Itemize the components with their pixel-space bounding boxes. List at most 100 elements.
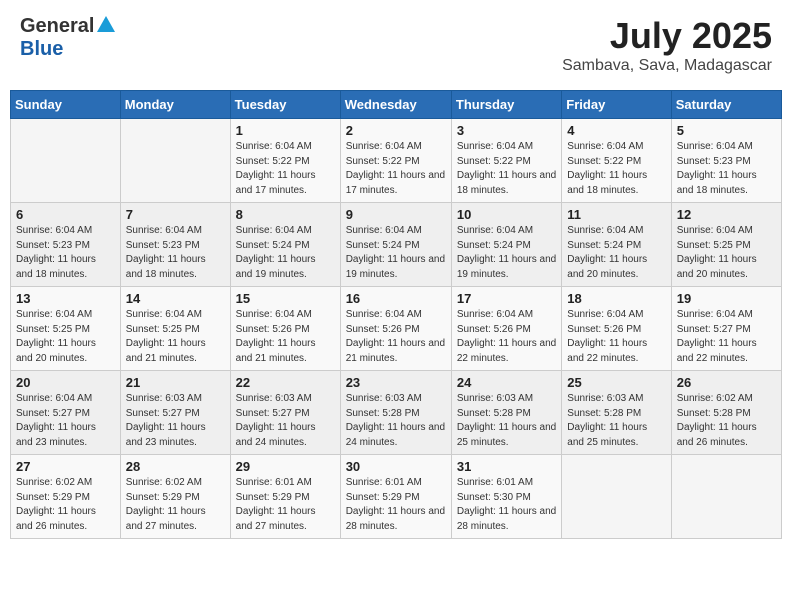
title-section: July 2025 Sambava, Sava, Madagascar <box>562 15 772 75</box>
day-number: 1 <box>236 123 335 138</box>
day-number: 14 <box>126 291 225 306</box>
day-detail: Sunrise: 6:01 AM Sunset: 5:30 PM Dayligh… <box>457 476 556 534</box>
day-detail: Sunrise: 6:02 AM Sunset: 5:29 PM Dayligh… <box>126 476 225 534</box>
location: Sambava, Sava, Madagascar <box>562 57 772 75</box>
calendar-cell: 29 Sunrise: 6:01 AM Sunset: 5:29 PM Dayli… <box>230 455 340 539</box>
day-detail: Sunrise: 6:04 AM Sunset: 5:25 PM Dayligh… <box>677 224 776 282</box>
calendar-cell: 10Sunrise: 6:04 AM Sunset: 5:24 PM Dayli… <box>451 203 561 287</box>
day-number: 3 <box>457 123 556 138</box>
calendar-cell: 8 Sunrise: 6:04 AM Sunset: 5:24 PM Daylig… <box>230 203 340 287</box>
calendar-cell <box>120 119 230 203</box>
calendar-cell <box>562 455 671 539</box>
day-number: 9 <box>346 207 446 222</box>
calendar-cell: 21Sunrise: 6:03 AM Sunset: 5:27 PM Dayli… <box>120 371 230 455</box>
day-detail: Sunrise: 6:04 AM Sunset: 5:24 PM Dayligh… <box>457 224 556 282</box>
day-detail: Sunrise: 6:04 AM Sunset: 5:23 PM Dayligh… <box>16 224 115 282</box>
day-number: 31 <box>457 459 556 474</box>
calendar-cell: 3 Sunrise: 6:04 AM Sunset: 5:22 PM Daylig… <box>451 119 561 203</box>
day-detail: Sunrise: 6:04 AM Sunset: 5:22 PM Dayligh… <box>457 140 556 198</box>
calendar-cell: 11Sunrise: 6:04 AM Sunset: 5:24 PM Dayli… <box>562 203 671 287</box>
calendar-week-row: 27Sunrise: 6:02 AM Sunset: 5:29 PM Dayli… <box>11 455 782 539</box>
day-detail: Sunrise: 6:04 AM Sunset: 5:22 PM Dayligh… <box>567 140 665 198</box>
calendar-header-wednesday: Wednesday <box>340 91 451 119</box>
calendar-cell: 24 Sunrise: 6:03 AM Sunset: 5:28 PM Dayli… <box>451 371 561 455</box>
calendar-header-tuesday: Tuesday <box>230 91 340 119</box>
day-detail: Sunrise: 6:04 AM Sunset: 5:22 PM Dayligh… <box>346 140 446 198</box>
calendar-cell: 23 Sunrise: 6:03 AM Sunset: 5:28 PM Dayli… <box>340 371 451 455</box>
day-number: 16 <box>346 291 446 306</box>
day-number: 28 <box>126 459 225 474</box>
calendar-cell: 15Sunrise: 6:04 AM Sunset: 5:26 PM Dayli… <box>230 287 340 371</box>
calendar-header-monday: Monday <box>120 91 230 119</box>
calendar-cell: 13Sunrise: 6:04 AM Sunset: 5:25 PM Dayli… <box>11 287 121 371</box>
logo-general-text: General <box>20 15 94 38</box>
calendar-cell: 30 Sunrise: 6:01 AM Sunset: 5:29 PM Dayli… <box>340 455 451 539</box>
logo-triangle-icon <box>97 16 115 37</box>
logo: General Blue <box>20 15 116 61</box>
calendar-cell <box>11 119 121 203</box>
calendar-header-sunday: Sunday <box>11 91 121 119</box>
calendar-cell: 9 Sunrise: 6:04 AM Sunset: 5:24 PM Daylig… <box>340 203 451 287</box>
calendar-cell: 27Sunrise: 6:02 AM Sunset: 5:29 PM Dayli… <box>11 455 121 539</box>
day-number: 25 <box>567 375 665 390</box>
calendar-header-friday: Friday <box>562 91 671 119</box>
calendar-cell: 2 Sunrise: 6:04 AM Sunset: 5:22 PM Daylig… <box>340 119 451 203</box>
calendar-cell: 7Sunrise: 6:04 AM Sunset: 5:23 PM Daylig… <box>120 203 230 287</box>
calendar-header-row: SundayMondayTuesdayWednesdayThursdayFrid… <box>11 91 782 119</box>
day-number: 17 <box>457 291 556 306</box>
calendar-cell: 16 Sunrise: 6:04 AM Sunset: 5:26 PM Dayli… <box>340 287 451 371</box>
day-number: 30 <box>346 459 446 474</box>
day-number: 19 <box>677 291 776 306</box>
day-detail: Sunrise: 6:04 AM Sunset: 5:24 PM Dayligh… <box>346 224 446 282</box>
calendar-cell: 5Sunrise: 6:04 AM Sunset: 5:23 PM Daylig… <box>671 119 781 203</box>
day-number: 23 <box>346 375 446 390</box>
day-number: 7 <box>126 207 225 222</box>
day-detail: Sunrise: 6:04 AM Sunset: 5:26 PM Dayligh… <box>346 308 446 366</box>
calendar-cell: 4Sunrise: 6:04 AM Sunset: 5:22 PM Daylig… <box>562 119 671 203</box>
day-number: 20 <box>16 375 115 390</box>
page-header: General Blue July 2025 Sambava, Sava, Ma… <box>10 10 782 80</box>
day-number: 15 <box>236 291 335 306</box>
day-detail: Sunrise: 6:02 AM Sunset: 5:29 PM Dayligh… <box>16 476 115 534</box>
calendar-cell: 25 Sunrise: 6:03 AM Sunset: 5:28 PM Dayli… <box>562 371 671 455</box>
day-detail: Sunrise: 6:04 AM Sunset: 5:27 PM Dayligh… <box>16 392 115 450</box>
day-detail: Sunrise: 6:04 AM Sunset: 5:27 PM Dayligh… <box>677 308 776 366</box>
day-detail: Sunrise: 6:03 AM Sunset: 5:28 PM Dayligh… <box>567 392 665 450</box>
day-detail: Sunrise: 6:03 AM Sunset: 5:28 PM Dayligh… <box>457 392 556 450</box>
day-detail: Sunrise: 6:04 AM Sunset: 5:24 PM Dayligh… <box>236 224 335 282</box>
calendar-cell: 28 Sunrise: 6:02 AM Sunset: 5:29 PM Dayli… <box>120 455 230 539</box>
calendar-header-saturday: Saturday <box>671 91 781 119</box>
calendar-week-row: 13 Sunrise: 6:04 AM Sunset: 5:25 PM Dayli… <box>11 287 782 371</box>
day-detail: Sunrise: 6:04 AM Sunset: 5:25 PM Dayligh… <box>126 308 225 366</box>
calendar-cell: 18Sunrise: 6:04 AM Sunset: 5:26 PM Dayli… <box>562 287 671 371</box>
calendar-cell: 12 Sunrise: 6:04 AM Sunset: 5:25 PM Dayli… <box>671 203 781 287</box>
day-number: 2 <box>346 123 446 138</box>
day-number: 24 <box>457 375 556 390</box>
month-title: July 2025 <box>562 15 772 57</box>
calendar-table: SundayMondayTuesdayWednesdayThursdayFrid… <box>10 90 782 539</box>
calendar-cell: 19 Sunrise: 6:04 AM Sunset: 5:27 PM Dayli… <box>671 287 781 371</box>
day-detail: Sunrise: 6:01 AM Sunset: 5:29 PM Dayligh… <box>236 476 335 534</box>
day-detail: Sunrise: 6:03 AM Sunset: 5:28 PM Dayligh… <box>346 392 446 450</box>
day-number: 29 <box>236 459 335 474</box>
day-number: 8 <box>236 207 335 222</box>
day-number: 22 <box>236 375 335 390</box>
calendar-cell: 26Sunrise: 6:02 AM Sunset: 5:28 PM Dayli… <box>671 371 781 455</box>
day-detail: Sunrise: 6:01 AM Sunset: 5:29 PM Dayligh… <box>346 476 446 534</box>
day-number: 5 <box>677 123 776 138</box>
day-detail: Sunrise: 6:03 AM Sunset: 5:27 PM Dayligh… <box>236 392 335 450</box>
day-detail: Sunrise: 6:04 AM Sunset: 5:26 PM Dayligh… <box>457 308 556 366</box>
logo-blue-text: Blue <box>20 38 63 60</box>
day-number: 6 <box>16 207 115 222</box>
day-detail: Sunrise: 6:04 AM Sunset: 5:24 PM Dayligh… <box>567 224 665 282</box>
day-detail: Sunrise: 6:04 AM Sunset: 5:22 PM Dayligh… <box>236 140 335 198</box>
calendar-cell: 1 Sunrise: 6:04 AM Sunset: 5:22 PM Daylig… <box>230 119 340 203</box>
calendar-cell: 6 Sunrise: 6:04 AM Sunset: 5:23 PM Daylig… <box>11 203 121 287</box>
day-detail: Sunrise: 6:02 AM Sunset: 5:28 PM Dayligh… <box>677 392 776 450</box>
calendar-header-thursday: Thursday <box>451 91 561 119</box>
calendar-cell: 14 Sunrise: 6:04 AM Sunset: 5:25 PM Dayli… <box>120 287 230 371</box>
calendar-cell <box>671 455 781 539</box>
day-number: 13 <box>16 291 115 306</box>
day-number: 12 <box>677 207 776 222</box>
day-detail: Sunrise: 6:03 AM Sunset: 5:27 PM Dayligh… <box>126 392 225 450</box>
